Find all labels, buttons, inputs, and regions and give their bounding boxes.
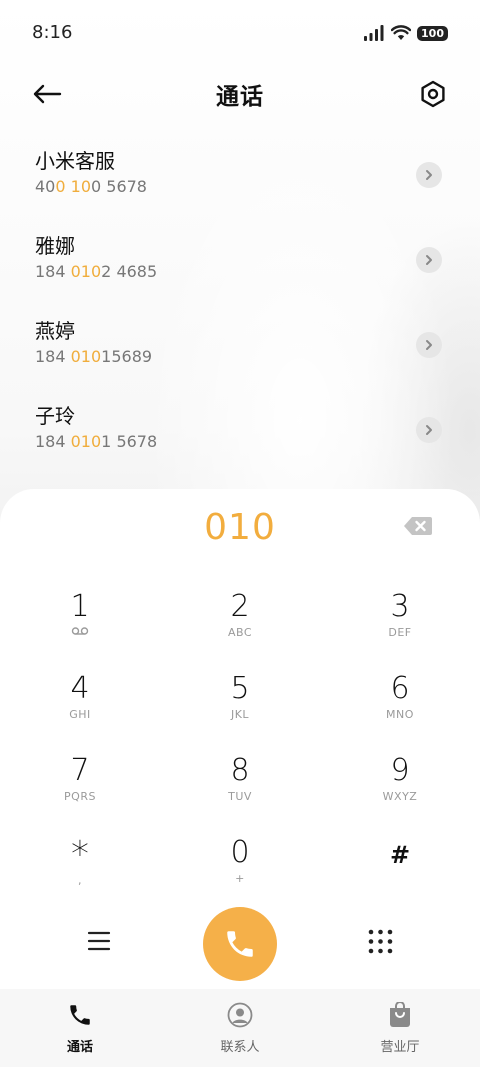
chevron-right-icon	[426, 170, 432, 180]
contact-detail-button[interactable]	[416, 247, 442, 273]
key-digit: 5	[230, 671, 250, 706]
contact-detail-button[interactable]	[416, 417, 442, 443]
key-5[interactable]: 5 JKL	[160, 667, 320, 749]
phone-icon	[66, 1001, 94, 1029]
contact-number: 184 0101 5678	[35, 432, 158, 451]
dialpad-panel: 010 1 2 ABC 3 DEF 4 GHI 5 JKL 6 MNO 7 PQ…	[0, 489, 480, 989]
settings-button[interactable]	[419, 79, 447, 109]
key-1[interactable]: 1	[0, 585, 160, 667]
contact-row[interactable]: 燕婷 184 01015689	[0, 310, 480, 395]
bottom-navigation: 通话 联系人 营业厅	[0, 989, 480, 1067]
nav-label: 联系人	[220, 1040, 260, 1055]
signal-icon	[364, 25, 384, 41]
nav-tab-store[interactable]: 营业厅	[320, 989, 480, 1067]
contact-name: 雅娜	[35, 234, 75, 258]
settings-hexagon-icon	[421, 80, 445, 108]
key-hash[interactable]: #	[320, 831, 480, 913]
keypad-dots-icon	[368, 929, 393, 954]
keypad-toggle-button[interactable]	[368, 929, 393, 954]
status-time: 8:16	[32, 22, 73, 43]
key-letters: DEF	[388, 626, 412, 639]
key-digit: 9	[390, 753, 410, 788]
key-letters: JKL	[230, 708, 250, 721]
status-icons: 100	[363, 25, 448, 41]
wifi-icon	[391, 25, 412, 40]
key-letters: PQRS	[64, 790, 96, 803]
key-8[interactable]: 8 TUV	[160, 749, 320, 831]
nav-tab-calls[interactable]: 通话	[0, 989, 160, 1067]
key-9[interactable]: 9 WXYZ	[320, 749, 480, 831]
key-letters: +	[235, 872, 245, 885]
key-2[interactable]: 2 ABC	[160, 585, 320, 667]
contact-detail-button[interactable]	[416, 162, 442, 188]
key-letters: ,	[78, 874, 82, 887]
menu-button[interactable]	[87, 929, 111, 953]
key-digit: 7	[70, 753, 90, 788]
nav-label: 通话	[66, 1040, 93, 1055]
contact-number: 184 0102 4685	[35, 262, 158, 281]
call-button[interactable]	[203, 907, 277, 981]
contact-row[interactable]: 小米客服 400 100 5678	[0, 140, 480, 225]
key-6[interactable]: 6 MNO	[320, 667, 480, 749]
contact-suggestion-list: 小米客服 400 100 5678 雅娜 184 0102 4685 燕婷 18…	[0, 140, 480, 480]
key-digit: #	[389, 841, 411, 869]
contact-number: 400 100 5678	[35, 177, 147, 196]
key-0[interactable]: 0 +	[160, 831, 320, 913]
key-7[interactable]: 7 PQRS	[0, 749, 160, 831]
back-button[interactable]	[32, 79, 64, 109]
voicemail-icon	[71, 626, 89, 640]
key-letters: GHI	[69, 708, 91, 721]
key-letters: TUV	[228, 790, 252, 803]
keypad-grid: 1 2 ABC 3 DEF 4 GHI 5 JKL 6 MNO 7 PQRS 8…	[0, 585, 480, 913]
key-star[interactable]: * ,	[0, 831, 160, 913]
key-4[interactable]: 4 GHI	[0, 667, 160, 749]
backspace-button[interactable]	[403, 516, 433, 536]
status-bar: 8:16 100	[0, 0, 480, 66]
hamburger-menu-icon	[87, 931, 111, 951]
phone-icon	[227, 931, 253, 957]
nav-label: 营业厅	[380, 1040, 420, 1055]
key-digit: 0	[230, 835, 250, 870]
key-letters: ABC	[227, 626, 253, 639]
person-icon	[226, 1001, 254, 1029]
shopping-bag-icon	[386, 1001, 414, 1029]
key-digit: 4	[70, 671, 90, 706]
header: 通话	[0, 66, 480, 122]
contact-row[interactable]: 子玲 184 0101 5678	[0, 395, 480, 480]
key-digit: 3	[390, 589, 410, 624]
contact-name: 小米客服	[35, 149, 115, 173]
key-digit: 8	[230, 753, 250, 788]
contact-detail-button[interactable]	[416, 332, 442, 358]
contact-row[interactable]: 雅娜 184 0102 4685	[0, 225, 480, 310]
contact-name: 燕婷	[35, 319, 75, 343]
nav-tab-contacts[interactable]: 联系人	[160, 989, 320, 1067]
battery-indicator: 100	[417, 25, 448, 41]
key-digit: 1	[70, 589, 90, 624]
key-3[interactable]: 3 DEF	[320, 585, 480, 667]
key-digit: *	[71, 834, 89, 875]
contact-name: 子玲	[35, 404, 75, 428]
chevron-right-icon	[426, 340, 432, 350]
key-digit: 6	[390, 671, 410, 706]
backspace-icon	[404, 517, 432, 535]
contact-number: 184 01015689	[35, 347, 153, 366]
dialpad-actions	[0, 907, 480, 983]
key-digit: 2	[230, 589, 250, 624]
chevron-right-icon	[426, 255, 432, 265]
back-arrow-icon	[33, 84, 62, 104]
key-letters: WXYZ	[382, 790, 418, 803]
page-title: 通话	[216, 84, 264, 110]
key-letters: MNO	[386, 708, 414, 721]
chevron-right-icon	[426, 425, 432, 435]
